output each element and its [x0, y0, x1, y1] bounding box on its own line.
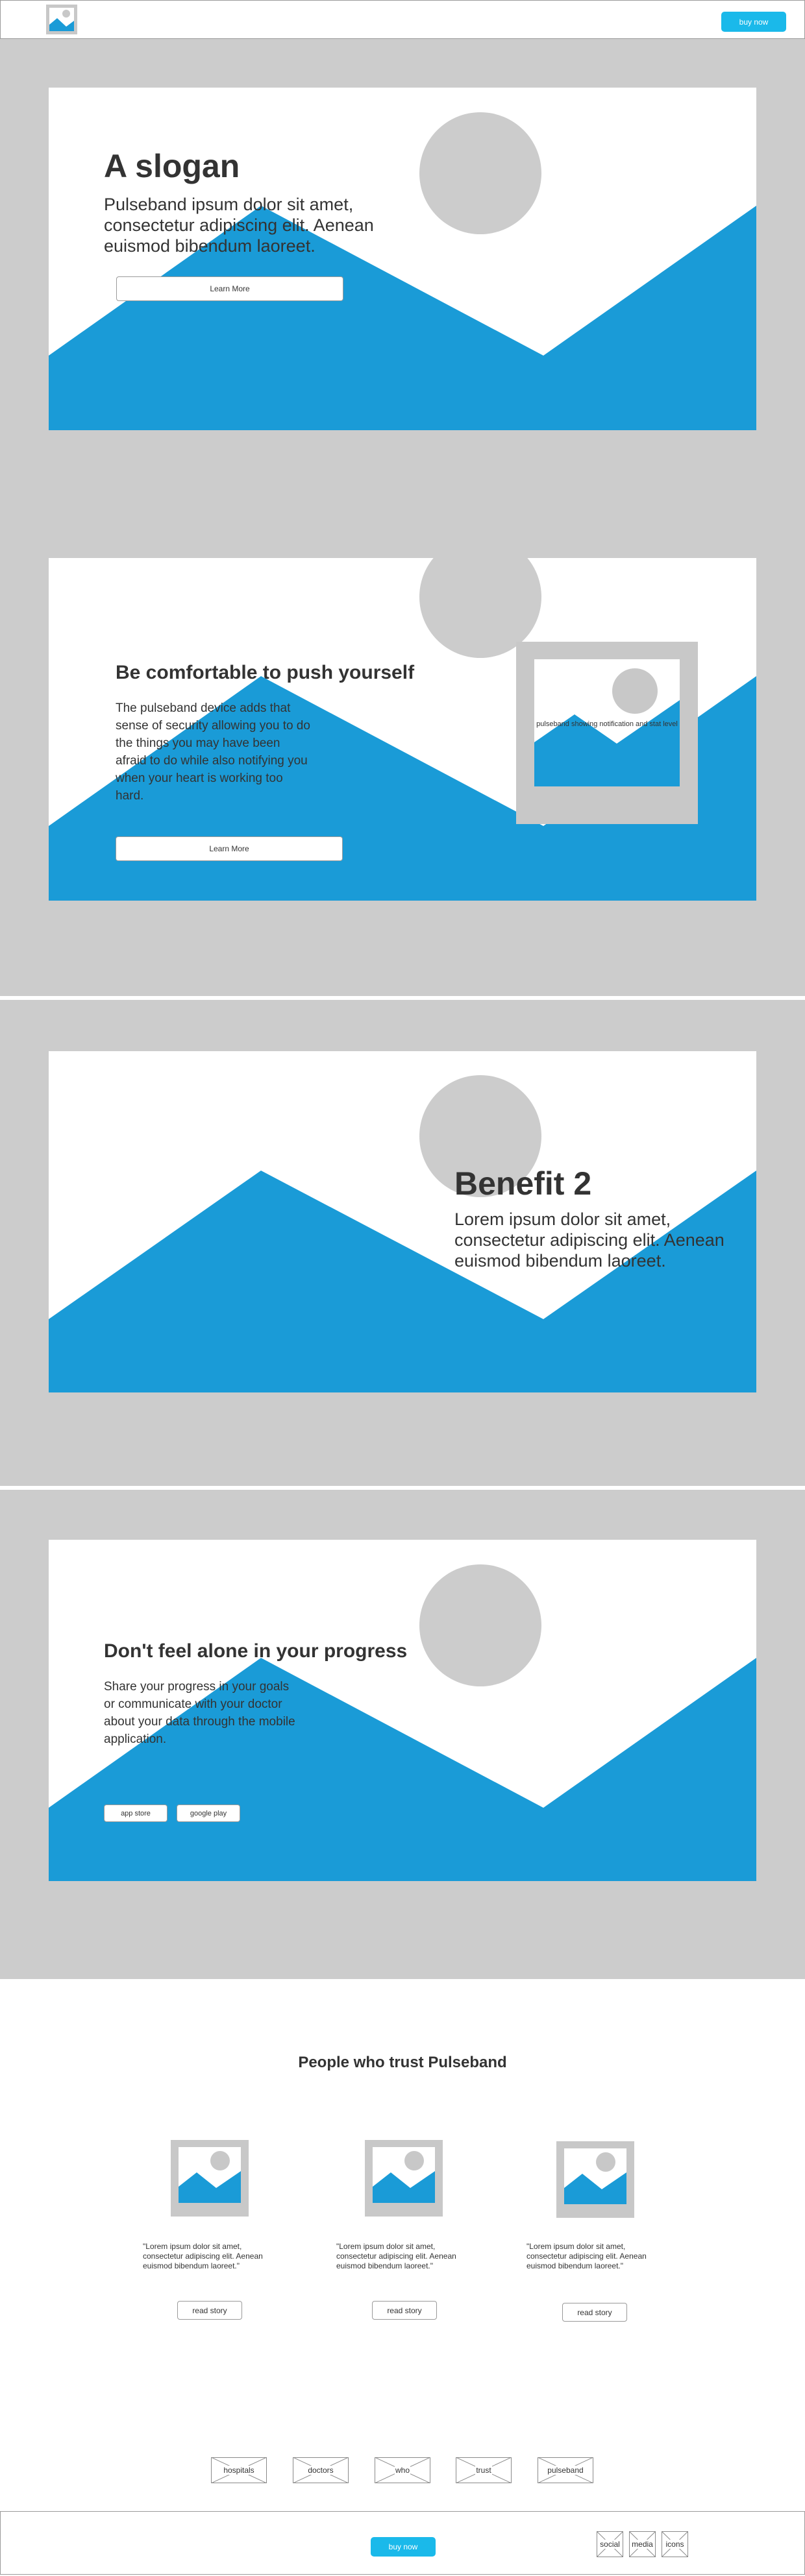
benefit-title: Benefit 2: [454, 1165, 592, 1202]
progress-title: Don't feel alone in your progress: [104, 1640, 408, 1662]
comfort-title: Be comfortable to push yourself: [116, 662, 415, 683]
hero-background-image: [49, 112, 756, 430]
hero-panel: A slogan Pulseband ipsum dolor sit amet,…: [49, 88, 756, 430]
comfort-body-text: The pulseband device adds that sense of …: [116, 701, 310, 803]
read-story-button[interactable]: read story: [372, 2301, 437, 2320]
testimonial-image-icon: [556, 2141, 634, 2218]
trust-logo-placeholder[interactable]: trust: [456, 2457, 512, 2483]
hospitals-logo-placeholder[interactable]: hospitals: [211, 2457, 267, 2483]
app-store-button[interactable]: app store: [104, 1804, 167, 1822]
hero-learn-more-button[interactable]: Learn More: [116, 276, 343, 301]
benefit-panel: Benefit 2 Lorem ipsum dolor sit amet, co…: [49, 1051, 756, 1392]
comfort-learn-more-button[interactable]: Learn More: [116, 836, 343, 861]
testimonial-quote: "Lorem ipsum dolor sit amet, consectetur…: [526, 2242, 647, 2270]
hero-title: A slogan: [104, 148, 240, 184]
progress-panel: Don't feel alone in your progress Share …: [49, 1540, 756, 1881]
read-story-button[interactable]: read story: [562, 2303, 627, 2322]
pulseband-logo-placeholder[interactable]: pulseband: [538, 2457, 593, 2483]
doctors-logo-placeholder[interactable]: doctors: [293, 2457, 349, 2483]
pulseband-label: pulseband: [547, 2466, 584, 2475]
icons-link-icon[interactable]: icons: [662, 2531, 688, 2557]
comfort-panel: Be comfortable to push yourself The puls…: [49, 558, 756, 901]
doctors-label: doctors: [307, 2466, 334, 2475]
social-link-icon[interactable]: social: [597, 2531, 623, 2557]
progress-body-text: Share your progress in your goals or com…: [104, 1680, 295, 1746]
hero-lead-text: Pulseband ipsum dolor sit amet, consecte…: [104, 195, 374, 256]
site-header: buy now: [0, 0, 805, 39]
testimonials-heading: People who trust Pulseband: [298, 2054, 507, 2071]
hospitals-label: hospitals: [223, 2466, 255, 2475]
icons-label: icons: [665, 2540, 685, 2549]
testimonial-quote: "Lorem ipsum dolor sit amet, consectetur…: [143, 2242, 263, 2270]
device-notification-image: pulseband showing notification and stat …: [516, 642, 698, 824]
logo-image-icon[interactable]: [46, 5, 77, 34]
media-link-icon[interactable]: media: [629, 2531, 656, 2557]
testimonial-image-icon: [171, 2140, 249, 2217]
social-label: social: [599, 2540, 621, 2549]
footer-buy-now-button[interactable]: buy now: [371, 2537, 436, 2557]
who-label: who: [394, 2466, 410, 2475]
testimonial-quote: "Lorem ipsum dolor sit amet, consectetur…: [336, 2242, 456, 2270]
benefit-lead-text: Lorem ipsum dolor sit amet, consectetur …: [454, 1209, 724, 1270]
buy-now-button[interactable]: buy now: [721, 12, 786, 32]
google-play-button[interactable]: google play: [177, 1804, 240, 1822]
trust-label: trust: [475, 2466, 492, 2475]
read-story-button[interactable]: read story: [177, 2301, 242, 2320]
media-label: media: [631, 2540, 654, 2549]
testimonial-image-icon: [365, 2140, 443, 2217]
site-footer: buy now social media icons: [0, 2511, 805, 2575]
who-logo-placeholder[interactable]: who: [375, 2457, 430, 2483]
device-image-caption: pulseband showing notification and stat …: [536, 720, 678, 728]
